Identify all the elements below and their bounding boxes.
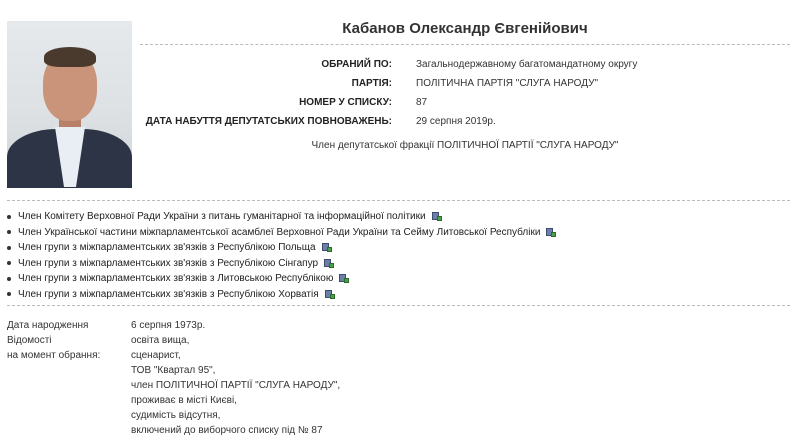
role-link[interactable]: Член групи з міжпарламентських зв'язків … xyxy=(18,273,333,284)
field-list-number: НОМЕР У СПИСКУ: 87 xyxy=(299,97,428,108)
info-line: проживає в місті Києві, xyxy=(131,395,237,406)
divider xyxy=(7,200,790,201)
bullet-icon xyxy=(7,214,11,219)
info-line: ТОВ "Квартал 95", xyxy=(131,365,216,376)
bullet-icon xyxy=(7,245,11,250)
bullet-icon xyxy=(7,261,11,266)
list-item: Член групи з міжпарламентських зв'язків … xyxy=(7,287,556,303)
list-item: Член Комітету Верховної Ради України з п… xyxy=(7,209,556,225)
deputy-fields: ОБРАНИЙ ПО: Загальнодержавному багатоман… xyxy=(140,55,790,131)
divider xyxy=(140,44,790,45)
faction-membership[interactable]: Член депутатської фракції ПОЛІТИЧНОЇ ПАР… xyxy=(140,140,790,151)
role-link[interactable]: Член групи з міжпарламентських зв'язків … xyxy=(18,258,318,269)
list-item: Член групи з міжпарламентських зв'язків … xyxy=(7,271,556,287)
roles-list: Член Комітету Верховної Ради України з п… xyxy=(7,209,557,303)
role-link[interactable]: Член групи з міжпарламентських зв'язків … xyxy=(18,289,319,300)
info-line: включений до виборчого списку під № 87 xyxy=(131,425,323,436)
field-powers-date: ДАТА НАБУТТЯ ДЕПУТАТСЬКИХ ПОВНОВАЖЕНЬ: 2… xyxy=(145,116,496,127)
info-label: Відомості на момент обрання: xyxy=(7,335,101,361)
info-row: Відомості на момент обрання: освіта вища… xyxy=(7,333,787,438)
divider xyxy=(7,305,790,306)
deputy-photo xyxy=(7,21,132,188)
document-export-icon[interactable] xyxy=(324,258,335,268)
role-link[interactable]: Член групи з міжпарламентських зв'язків … xyxy=(18,242,316,253)
biography: Дата народження 6 серпня 1973р. Відомост… xyxy=(7,318,787,438)
document-export-icon[interactable] xyxy=(431,212,442,222)
bullet-icon xyxy=(7,230,11,235)
document-export-icon[interactable] xyxy=(321,243,332,253)
field-elected-by: ОБРАНИЙ ПО: Загальнодержавному багатоман… xyxy=(321,59,638,70)
role-link[interactable]: Член Комітету Верховної Ради України з п… xyxy=(18,211,426,222)
info-line: член ПОЛІТИЧНОЇ ПАРТІЇ "СЛУГА НАРОДУ", xyxy=(131,380,341,391)
bullet-icon xyxy=(7,292,11,297)
document-export-icon[interactable] xyxy=(339,274,350,284)
info-line: судимість відсутня, xyxy=(131,410,221,421)
birth-label: Дата народження xyxy=(7,320,89,331)
birth-row: Дата народження 6 серпня 1973р. xyxy=(7,318,787,333)
role-link[interactable]: Член Української частини міжпарламентськ… xyxy=(18,227,540,238)
list-item: Член групи з міжпарламентських зв'язків … xyxy=(7,256,556,272)
deputy-name: Кабанов Олександр Євгенійович xyxy=(342,20,588,37)
field-party: ПАРТІЯ: ПОЛІТИЧНА ПАРТІЯ "СЛУГА НАРОДУ" xyxy=(351,78,599,89)
info-line: освіта вища, xyxy=(131,335,190,346)
document-export-icon[interactable] xyxy=(546,227,557,237)
document-export-icon[interactable] xyxy=(324,289,335,299)
bullet-icon xyxy=(7,276,11,281)
list-item: Член Української частини міжпарламентськ… xyxy=(7,225,557,241)
list-item: Член групи з міжпарламентських зв'язків … xyxy=(7,240,556,256)
info-line: сценарист, xyxy=(131,350,181,361)
birth-value: 6 серпня 1973р. xyxy=(131,320,206,331)
info-value: освіта вища, сценарист, ТОВ "Квартал 95"… xyxy=(131,333,340,438)
